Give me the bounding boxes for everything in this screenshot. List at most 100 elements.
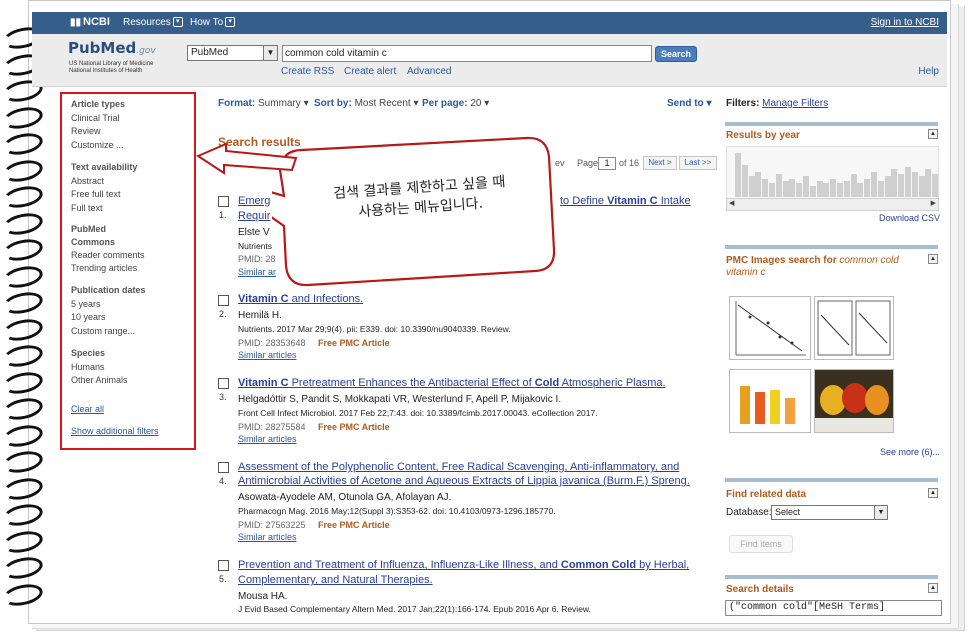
filter-abstract[interactable]: Abstract [71, 176, 104, 186]
find-items-button[interactable]: Find items [729, 535, 793, 553]
result-checkbox[interactable] [218, 560, 229, 571]
next-page-button[interactable]: Next > [643, 156, 677, 170]
year-bar[interactable] [769, 183, 775, 197]
free-pmc-article-badge[interactable]: Free PMC Article [318, 338, 390, 348]
year-bar[interactable] [823, 183, 830, 197]
result-title-link[interactable]: Vitamin C and Infections. [238, 292, 698, 306]
year-bar[interactable] [748, 176, 755, 197]
year-bar[interactable] [905, 167, 911, 197]
collapse-icon[interactable]: ▲ [928, 583, 938, 593]
year-bar[interactable] [803, 176, 809, 197]
year-bar[interactable] [891, 169, 898, 197]
filter-full-text[interactable]: Full text [71, 203, 103, 213]
year-bar[interactable] [857, 183, 864, 197]
howto-menu[interactable]: How To ▾ [190, 17, 236, 28]
filter-customize[interactable]: Customize ... [71, 140, 124, 150]
collapse-icon[interactable]: ▲ [928, 129, 938, 139]
collapse-icon[interactable]: ▲ [928, 488, 938, 498]
year-bar[interactable] [925, 169, 932, 197]
scroll-left-icon[interactable]: ◀ [729, 199, 734, 207]
year-bar[interactable] [775, 174, 782, 197]
year-bar[interactable] [789, 178, 796, 197]
result-title-link[interactable]: Prevention and Treatment of Influenza, I… [238, 558, 698, 572]
free-pmc-article-badge[interactable]: Free PMC Article [318, 422, 390, 432]
year-bar[interactable] [871, 171, 877, 197]
year-bar[interactable] [843, 180, 850, 197]
search-input[interactable]: common cold vitamin c [282, 45, 652, 62]
filter-5-years[interactable]: 5 years [71, 299, 101, 309]
send-to-dropdown[interactable]: Send to ▾ [667, 98, 711, 109]
pmc-image-thumbnail[interactable] [729, 296, 811, 360]
filter-other-animals[interactable]: Other Animals [71, 375, 128, 385]
sort-dropdown[interactable]: Sort by: Most Recent ▾ [314, 98, 419, 109]
filter-reader-comments[interactable]: Reader comments [71, 250, 145, 260]
collapse-icon[interactable]: ▲ [928, 254, 938, 264]
year-bar[interactable] [796, 183, 803, 197]
clear-all-link[interactable]: Clear all [71, 404, 104, 414]
filter-trending-articles[interactable]: Trending articles [71, 263, 137, 273]
pmc-image-thumbnail[interactable] [814, 296, 894, 360]
year-bar[interactable] [741, 164, 748, 197]
year-bar[interactable] [932, 174, 939, 197]
filter-review[interactable]: Review [71, 126, 101, 136]
year-bar[interactable] [809, 185, 816, 197]
year-bar[interactable] [864, 178, 871, 197]
manage-filters-link[interactable]: Manage Filters [762, 98, 828, 109]
filter-clinical-trial[interactable]: Clinical Trial [71, 113, 120, 123]
database-dropdown[interactable]: Select ▼ [771, 505, 888, 520]
help-link[interactable]: Help [918, 66, 939, 77]
result-checkbox[interactable] [218, 378, 229, 389]
see-more-link[interactable]: See more (6)... [880, 447, 940, 457]
year-bar[interactable] [782, 180, 789, 197]
similar-articles-link[interactable]: Similar ar [238, 267, 276, 277]
ncbi-logo[interactable]: ▮▮ NCBI [70, 16, 110, 28]
similar-articles-link[interactable]: Similar articles [238, 532, 297, 542]
result-title-link[interactable]: Vitamin C Pretreatment Enhances the Anti… [238, 376, 718, 390]
sign-in-link[interactable]: Sign in to NCBI [871, 17, 939, 28]
year-bar[interactable] [830, 178, 837, 197]
year-bar[interactable] [837, 183, 843, 197]
year-bar[interactable] [898, 174, 905, 197]
year-bar[interactable] [816, 180, 823, 197]
database-select[interactable]: PubMed ▼ [187, 45, 278, 61]
filter-humans[interactable]: Humans [71, 362, 105, 372]
pmc-image-thumbnail[interactable] [729, 369, 811, 433]
last-page-button[interactable]: Last >> [679, 156, 717, 170]
pubmed-logo[interactable]: PubMed.gov [68, 39, 156, 57]
year-bar[interactable] [877, 180, 884, 197]
filter-free-full-text[interactable]: Free full text [71, 189, 121, 199]
resources-menu[interactable]: Resources ▾ [123, 17, 183, 28]
per-page-dropdown[interactable]: Per page: 20 ▾ [422, 98, 489, 109]
year-bar[interactable] [884, 176, 891, 197]
result-title-link[interactable]: Complementary, and Natural Therapies. [238, 573, 698, 587]
filter-10-years[interactable]: 10 years [71, 312, 106, 322]
year-bar[interactable] [918, 176, 925, 197]
pager-page-input[interactable]: 1 [598, 157, 616, 170]
year-bar[interactable] [735, 153, 741, 197]
format-dropdown[interactable]: Format: Summary ▾ [218, 98, 309, 109]
similar-articles-link[interactable]: Similar articles [238, 434, 297, 444]
filter-custom-range[interactable]: Custom range... [71, 326, 135, 336]
result-title-link[interactable]: Assessment of the Polyphenolic Content, … [238, 460, 698, 474]
year-bar[interactable] [850, 174, 857, 197]
download-csv-link[interactable]: Download CSV [879, 213, 940, 223]
year-bar[interactable] [755, 171, 762, 197]
result-title-link[interactable]: Antimicrobial Activities of Acetone and … [238, 474, 698, 488]
similar-articles-link[interactable]: Similar articles [238, 350, 297, 360]
year-chart-scrollbar[interactable]: ◀ ▶ [726, 198, 939, 211]
create-alert-link[interactable]: Create alert [344, 66, 396, 77]
scroll-right-icon[interactable]: ▶ [931, 199, 936, 207]
pmc-image-thumbnail[interactable] [814, 369, 894, 433]
create-rss-link[interactable]: Create RSS [281, 66, 334, 77]
show-additional-filters-link[interactable]: Show additional filters [71, 426, 159, 436]
search-details-box[interactable]: ("common cold"[MeSH Terms] [725, 600, 942, 616]
advanced-search-link[interactable]: Advanced [407, 66, 451, 77]
year-bar[interactable] [911, 171, 918, 197]
result-checkbox[interactable] [218, 295, 229, 306]
result-title-link[interactable]: to Define Vitamin C Intake [560, 194, 700, 208]
results-by-year-chart[interactable] [726, 146, 939, 200]
free-pmc-article-badge[interactable]: Free PMC Article [318, 520, 390, 530]
year-bar[interactable] [762, 178, 769, 197]
search-button[interactable]: Search [655, 46, 697, 62]
result-checkbox[interactable] [218, 462, 229, 473]
